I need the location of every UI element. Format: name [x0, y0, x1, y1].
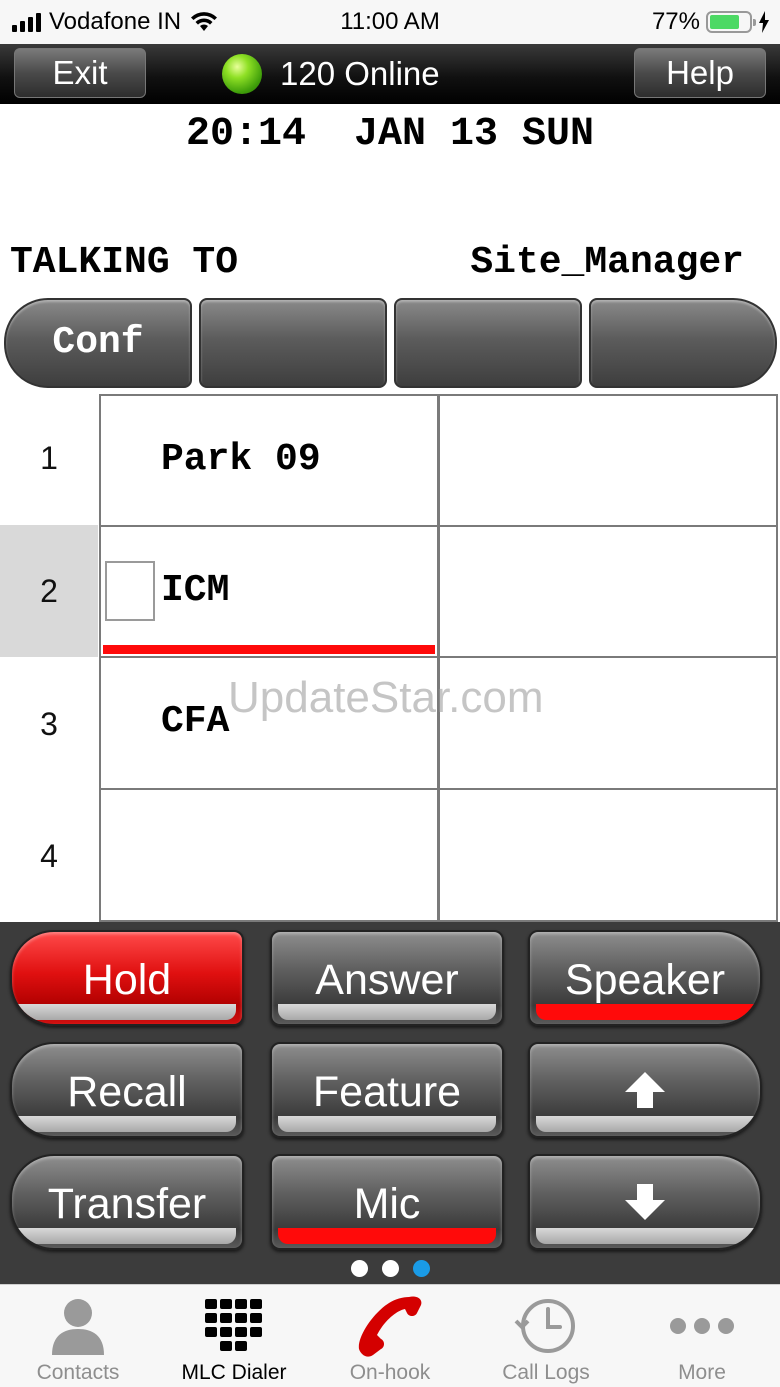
- tab-contacts[interactable]: Contacts: [0, 1285, 156, 1387]
- volume-up-button[interactable]: [528, 1042, 762, 1138]
- battery-percent: 77%: [651, 8, 700, 35]
- softkey-conf[interactable]: Conf: [4, 298, 192, 388]
- active-line-indicator: [103, 645, 435, 654]
- display-datetime: 20:14 JAN 13 SUN: [185, 112, 595, 157]
- answer-label: Answer: [315, 956, 459, 1004]
- battery-icon: [706, 11, 756, 33]
- speaker-label: Speaker: [564, 956, 726, 1004]
- tab-call-logs[interactable]: Call Logs: [468, 1285, 624, 1387]
- hold-label: Hold: [82, 956, 172, 1004]
- page-dot-active[interactable]: [412, 1260, 430, 1277]
- phone-handset-icon: [312, 1293, 468, 1359]
- mic-label: Mic: [353, 1180, 421, 1228]
- tab-label: On-hook: [349, 1361, 431, 1384]
- page-dot[interactable]: [381, 1260, 399, 1277]
- line-number-1: 1: [40, 440, 58, 476]
- softkey-4[interactable]: [589, 298, 777, 388]
- line-key-label: ICM: [161, 569, 230, 612]
- line-key-3-right[interactable]: [438, 656, 778, 790]
- feature-button[interactable]: Feature: [270, 1042, 504, 1138]
- key-base: [278, 1004, 496, 1020]
- charging-bolt-icon: [759, 11, 769, 33]
- speaker-active-indicator: [536, 1004, 754, 1020]
- line-key-3[interactable]: CFA: [99, 656, 439, 790]
- connection-status: 120 Online: [222, 50, 440, 98]
- key-base: [18, 1004, 236, 1020]
- dialpad-icon: [156, 1293, 312, 1359]
- person-icon: [0, 1293, 156, 1359]
- line-number-2: 2: [0, 525, 98, 657]
- line-key-1-right[interactable]: [438, 394, 778, 527]
- line-key-2[interactable]: ICM: [99, 525, 439, 658]
- call-control-keypad: Hold Answer Speaker Recall Feature Trans…: [0, 922, 780, 1284]
- line-key-2-right[interactable]: [438, 525, 778, 658]
- tab-label: Call Logs: [502, 1361, 590, 1384]
- tab-label: Contacts: [36, 1361, 120, 1384]
- transfer-label: Transfer: [47, 1180, 207, 1228]
- tab-mlc-dialer[interactable]: MLC Dialer: [156, 1285, 312, 1387]
- line-number-4: 4: [40, 838, 58, 874]
- battery-area: 77%: [652, 6, 770, 38]
- mic-button[interactable]: Mic: [270, 1154, 504, 1250]
- softkey-2[interactable]: [199, 298, 387, 388]
- line-key-label: Park 09: [161, 438, 321, 481]
- clock-icon: [468, 1293, 624, 1359]
- tab-label: More: [678, 1361, 726, 1384]
- hold-button[interactable]: Hold: [10, 930, 244, 1026]
- key-base: [278, 1116, 496, 1132]
- line-key-4-right[interactable]: [438, 788, 778, 922]
- talking-name: Site_Manager: [470, 241, 744, 284]
- talking-label: TALKING TO: [10, 241, 239, 284]
- key-base: [18, 1116, 236, 1132]
- app-header: Exit 120 Online Help: [0, 44, 780, 104]
- exit-button[interactable]: Exit: [14, 48, 146, 98]
- line-checkbox[interactable]: [105, 561, 155, 621]
- feature-label: Feature: [312, 1068, 462, 1116]
- softkey-3[interactable]: [394, 298, 582, 388]
- key-base: [18, 1228, 236, 1244]
- status-bar: Vodafone IN 11:00 AM 77%: [0, 0, 780, 44]
- recall-label: Recall: [67, 1068, 187, 1116]
- line-grid: 1 2 3 4 Park 09 ICM CFA: [0, 392, 780, 922]
- tab-label: MLC Dialer: [181, 1361, 287, 1384]
- tab-on-hook[interactable]: On-hook: [312, 1285, 468, 1387]
- status-led-icon: [222, 54, 262, 94]
- recall-button[interactable]: Recall: [10, 1042, 244, 1138]
- speaker-button[interactable]: Speaker: [528, 930, 762, 1026]
- line-number-3: 3: [40, 706, 58, 742]
- line-key-4[interactable]: [99, 788, 439, 922]
- mic-active-indicator: [278, 1228, 496, 1244]
- volume-down-button[interactable]: [528, 1154, 762, 1250]
- up-arrow-icon: [623, 1048, 667, 1136]
- tab-bar: Contacts MLC Dialer On-hook Call Logs Mo…: [0, 1284, 780, 1387]
- help-button[interactable]: Help: [634, 48, 766, 98]
- answer-button[interactable]: Answer: [270, 930, 504, 1026]
- more-dots-icon: [624, 1293, 780, 1359]
- down-arrow-icon: [623, 1160, 667, 1248]
- status-text: 120 Online: [280, 55, 440, 92]
- page-dot[interactable]: [350, 1260, 368, 1277]
- page-indicator[interactable]: [0, 1260, 780, 1277]
- line-key-label: CFA: [161, 700, 230, 743]
- transfer-button[interactable]: Transfer: [10, 1154, 244, 1250]
- tab-more[interactable]: More: [624, 1285, 780, 1387]
- line-key-1[interactable]: Park 09: [99, 394, 439, 527]
